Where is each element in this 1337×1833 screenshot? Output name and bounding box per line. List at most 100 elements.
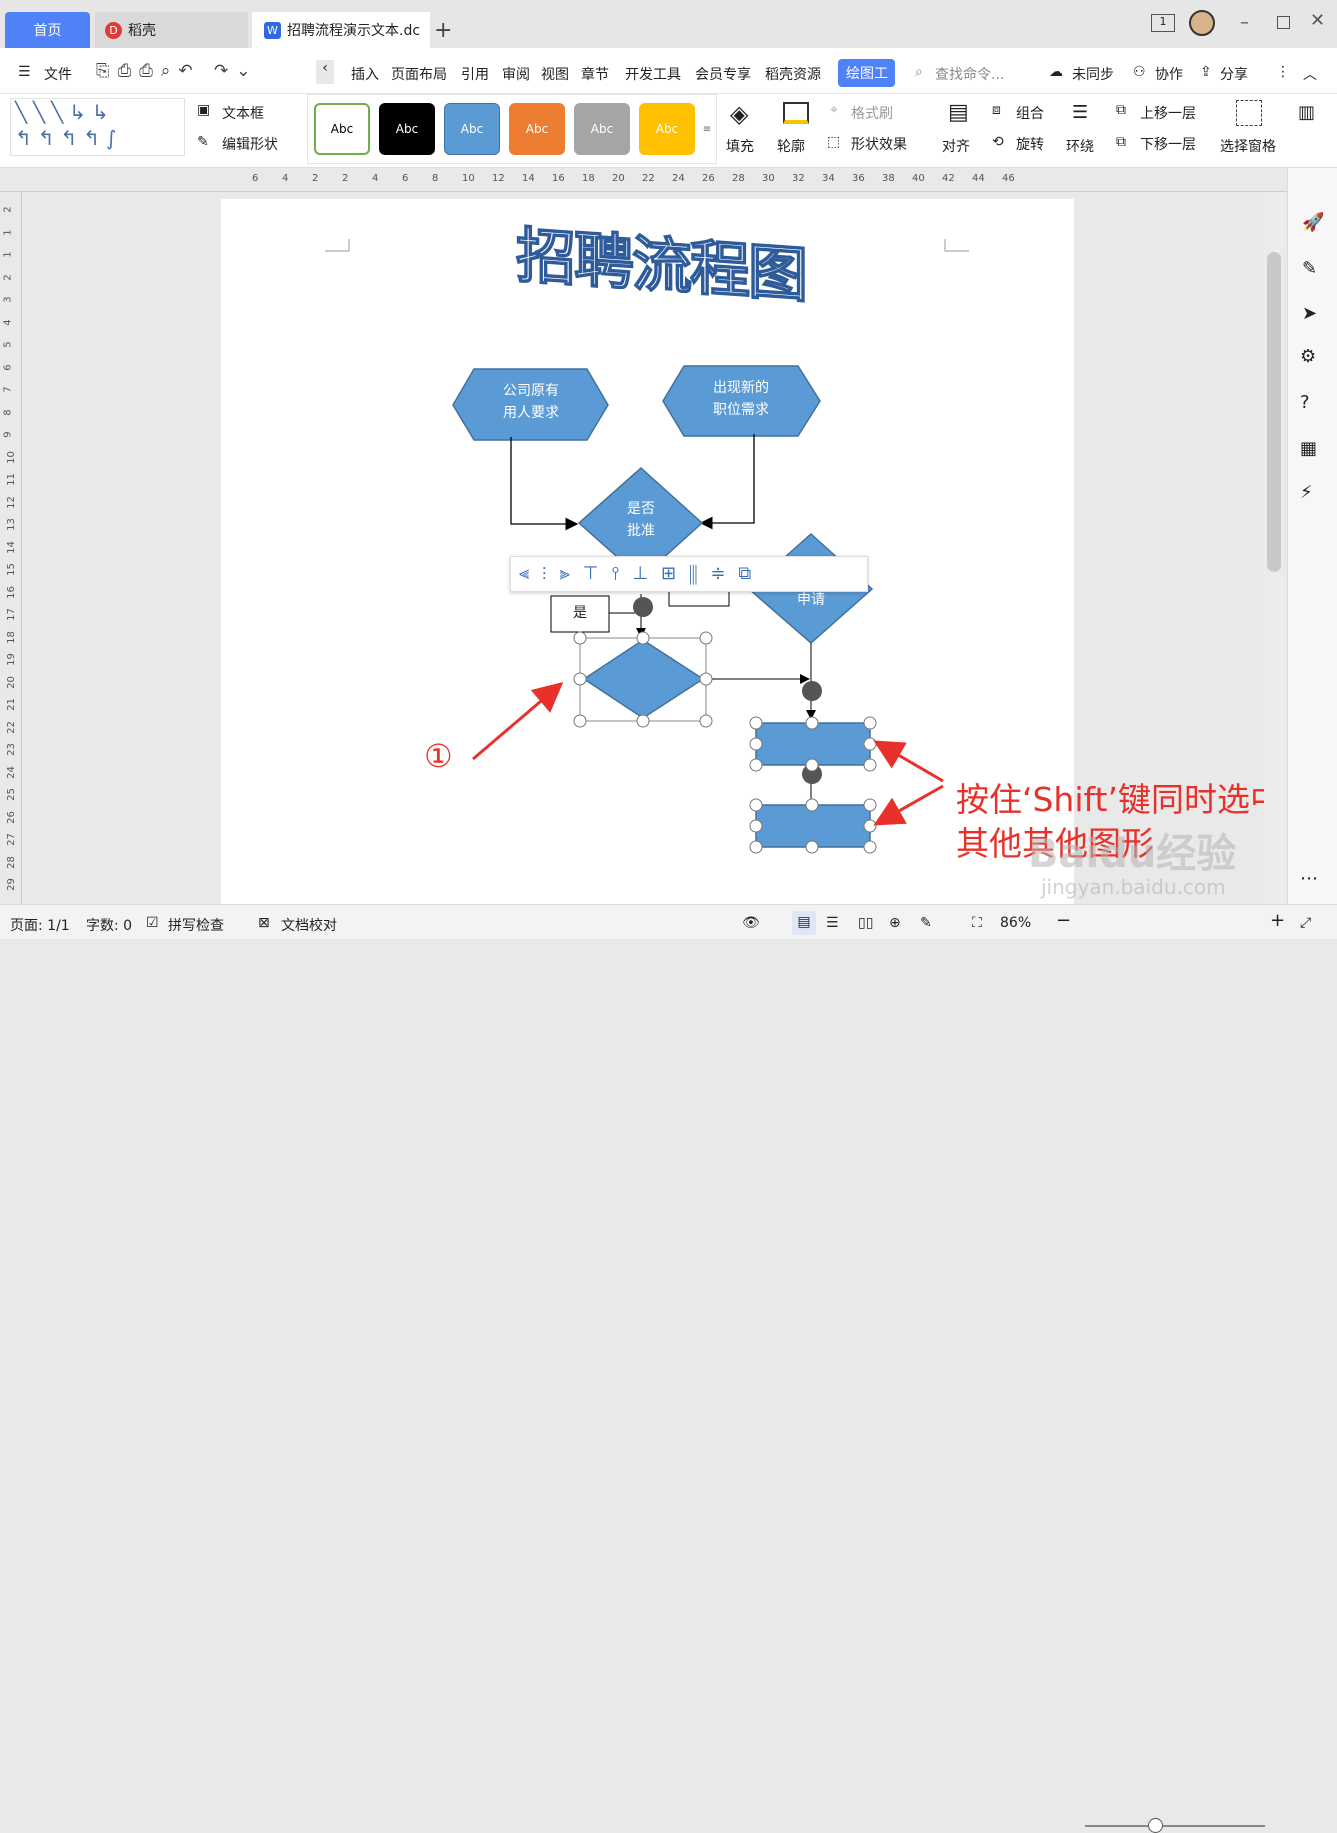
tab-document[interactable]: W 招聘流程演示文本.dc	[252, 12, 430, 48]
shape-effect-button[interactable]: 形状效果	[851, 134, 907, 154]
lightning-icon[interactable]: ⚡	[1300, 482, 1313, 503]
menu-insert[interactable]: 插入	[351, 64, 379, 84]
avatar[interactable]	[1189, 10, 1215, 36]
fill-button[interactable]: 填充	[726, 136, 754, 156]
fullscreen-icon[interactable]: ⤢	[1300, 915, 1311, 931]
outline-view-icon[interactable]: ☰	[826, 915, 839, 931]
send-backward-icon[interactable]: ⧉	[1116, 134, 1126, 150]
menu-view[interactable]: 视图	[541, 64, 569, 84]
rocket-icon[interactable]: 🚀	[1302, 212, 1324, 233]
style-gray[interactable]: Abc	[574, 103, 630, 155]
new-tab-icon[interactable]: +	[434, 18, 452, 43]
edit-shape-icon[interactable]: ✎	[197, 134, 209, 150]
close-icon[interactable]: ✕	[1310, 10, 1325, 31]
zoom-slider-thumb[interactable]	[1148, 1818, 1163, 1833]
wrap-button[interactable]: 环绕	[1066, 136, 1094, 156]
collab-button[interactable]: 协作	[1155, 64, 1183, 84]
gallery-more-icon[interactable]: ≡	[700, 103, 714, 155]
tab-home[interactable]: 首页	[5, 12, 90, 48]
pen-icon[interactable]: ✎	[1302, 258, 1317, 279]
style-white[interactable]: Abc	[314, 103, 370, 155]
rotate-handle-icon[interactable]	[802, 681, 822, 701]
group-button[interactable]: 组合	[1016, 103, 1044, 123]
group-icon[interactable]: ⧈	[992, 102, 1001, 118]
rotate-icon[interactable]: ⟲	[992, 134, 1004, 150]
shape-effect-icon[interactable]: ⬚	[827, 134, 840, 150]
zoom-in-icon[interactable]: +	[1270, 910, 1285, 931]
format-brush-button[interactable]: 格式刷	[851, 103, 893, 123]
document-page[interactable]: 招聘流程图 公司原有 用人要求 出现新的 职位需求 是否 批准 申请 是 ⫷⫶⫸…	[221, 199, 1283, 904]
collapse-ribbon-icon[interactable]: ︿	[1303, 64, 1317, 84]
proofread-icon[interactable]: ⊠	[258, 915, 270, 931]
connector-right[interactable]	[699, 434, 755, 530]
write-mode-icon[interactable]: ✎	[920, 915, 932, 931]
quick-access-icons[interactable]: ⎘⎙⎙⌕↶ ↷⌄	[96, 61, 258, 81]
rotate-button[interactable]: 旋转	[1016, 134, 1044, 154]
outline-icon[interactable]	[783, 102, 809, 124]
eye-icon[interactable]: 👁	[742, 915, 760, 931]
page-view-icon[interactable]: ▤	[792, 911, 816, 935]
more-dots-icon[interactable]: ⋯	[1300, 868, 1318, 889]
share-button[interactable]: 分享	[1220, 64, 1248, 84]
more-icon[interactable]: ⋮	[1276, 64, 1290, 80]
edit-shape-button[interactable]: 编辑形状	[222, 134, 278, 154]
bring-forward-icon[interactable]: ⧉	[1116, 102, 1126, 118]
style-blue[interactable]: Abc	[444, 103, 500, 155]
maximize-icon[interactable]	[1277, 16, 1290, 29]
textbox-icon[interactable]: ▣	[197, 102, 210, 118]
textbox-button[interactable]: 文本框	[222, 103, 264, 123]
scroll-left-icon[interactable]: ‹	[316, 60, 334, 84]
menu-developer[interactable]: 开发工具	[625, 64, 681, 84]
connector-gallery[interactable]: ╲╲╲↳↳ ↰↰↰↰∫	[10, 98, 185, 156]
hamburger-icon[interactable]: ☰	[18, 64, 31, 80]
bring-forward-button[interactable]: 上移一层	[1140, 103, 1196, 123]
diamond-selected[interactable]	[582, 639, 705, 719]
word-count[interactable]: 字数: 0	[86, 915, 132, 935]
menu-review[interactable]: 审阅	[502, 64, 530, 84]
zoom-level[interactable]: 86%	[1000, 915, 1031, 931]
horizontal-ruler[interactable]: 6 4 2 2 4 6 8 10 12 14 16 18 20 22 24 26 28 30 32 34 36 38 40 4…	[0, 168, 1287, 192]
send-backward-button[interactable]: 下移一层	[1140, 134, 1196, 154]
window-count-icon[interactable]: 1	[1151, 14, 1175, 32]
tab-daoke[interactable]: D 稻壳	[95, 12, 248, 48]
selection-pane-button[interactable]: 选择窗格	[1220, 136, 1276, 156]
connector-left[interactable]	[510, 437, 579, 531]
spell-check-icon[interactable]: ☑	[146, 915, 159, 931]
menu-references[interactable]: 引用	[461, 64, 489, 84]
vertical-scrollbar[interactable]	[1264, 192, 1284, 904]
style-orange[interactable]: Abc	[509, 103, 565, 155]
reading-view-icon[interactable]: ▯▯	[858, 915, 873, 931]
zoom-out-icon[interactable]: −	[1056, 910, 1071, 931]
zoom-slider[interactable]	[1085, 1825, 1265, 1827]
fit-page-icon[interactable]: ⛶	[972, 915, 982, 931]
menu-page-layout[interactable]: 页面布局	[391, 64, 447, 84]
fill-icon[interactable]: ◈	[730, 100, 748, 128]
wrap-icon[interactable]: ☰	[1072, 102, 1088, 123]
menu-chapter[interactable]: 章节	[581, 64, 609, 84]
menu-file[interactable]: 文件	[44, 64, 72, 84]
scrollbar-thumb[interactable]	[1267, 252, 1281, 572]
page-count[interactable]: 页面: 1/1	[10, 915, 70, 935]
floating-align-toolbar[interactable]: ⫷⫶⫸⊤⫯⊥⊞⫼≑⧉	[510, 556, 868, 592]
rotate-handle-icon[interactable]	[633, 597, 653, 617]
align-button[interactable]: 对齐	[942, 136, 970, 156]
search-command-input[interactable]: 查找命令...	[935, 64, 1004, 84]
search-icon[interactable]: ⌕	[915, 64, 923, 80]
adjust-icon[interactable]: ⚙	[1300, 346, 1316, 367]
vertical-ruler[interactable]: 2 1 1 2 3 4 5 6 7 8 9 10 11 12 13 14 15 16 17 18 19 20 21 22 23 2…	[0, 192, 22, 904]
style-gold[interactable]: Abc	[639, 103, 695, 155]
proofread-button[interactable]: 文档校对	[281, 915, 337, 935]
more-ribbon-icon[interactable]: ▥	[1298, 102, 1315, 123]
share-icon[interactable]: ⇪	[1200, 64, 1212, 80]
format-brush-icon[interactable]: ⌖	[830, 102, 838, 118]
sync-status[interactable]: 未同步	[1072, 64, 1114, 84]
outline-button[interactable]: 轮廓	[777, 136, 805, 156]
help-icon[interactable]: ?	[1300, 392, 1310, 413]
web-view-icon[interactable]: ⊕	[889, 915, 901, 931]
tab-drawing-tools[interactable]: 绘图工	[838, 59, 895, 87]
style-black[interactable]: Abc	[379, 103, 435, 155]
align-icon[interactable]: ▤	[948, 100, 969, 125]
minimize-icon[interactable]: –	[1240, 12, 1249, 33]
collab-icon[interactable]: ⚇	[1133, 64, 1146, 80]
menu-daoke-resources[interactable]: 稻壳资源	[765, 64, 821, 84]
